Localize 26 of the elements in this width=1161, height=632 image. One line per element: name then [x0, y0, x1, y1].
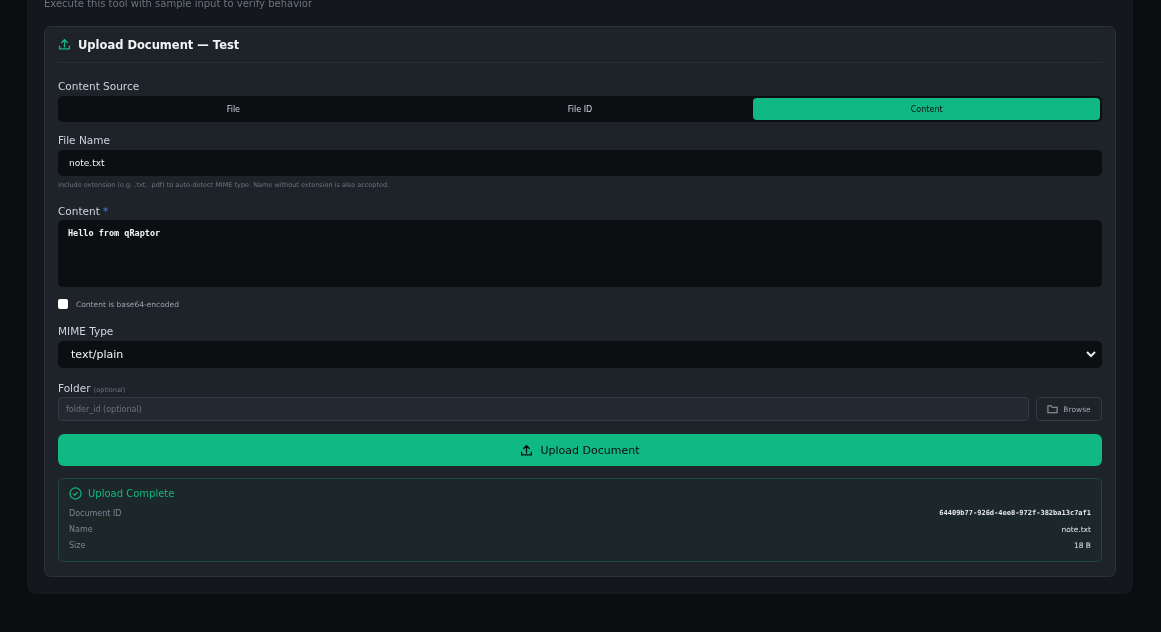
- file-name-field[interactable]: note.txt: [58, 150, 1102, 176]
- field-label: MIME Type: [58, 325, 115, 339]
- content-field[interactable]: Hello from qRaptor: [58, 220, 1102, 287]
- panel-subtitle: Execute this tool with sample input to verify behavior: [44, 0, 314, 11]
- source-tab[interactable]: Content: [753, 98, 1100, 120]
- result-label: Document ID: [69, 508, 122, 518]
- required-mark: *: [103, 205, 109, 217]
- folder-icon: [1047, 404, 1059, 414]
- field-label: File Name: [58, 134, 111, 148]
- upload-icon: [58, 38, 71, 51]
- result-label: Name: [69, 524, 93, 534]
- source-tab[interactable]: File: [60, 98, 407, 120]
- checkbox[interactable]: [58, 299, 68, 309]
- field-label: Folder: [58, 382, 91, 394]
- folder-field[interactable]: folder_id (optional): [58, 397, 1029, 421]
- chevron-down-icon: [1086, 351, 1096, 358]
- card-title: Upload Document — Test: [78, 37, 240, 52]
- upload-button[interactable]: Upload Document: [58, 434, 1102, 466]
- mime-type-dropdown[interactable]: text/plain: [58, 341, 1102, 368]
- upload-icon: [520, 443, 534, 457]
- result-label: Size: [69, 540, 86, 550]
- result-title: Upload Complete: [88, 488, 175, 499]
- source-tab[interactable]: File ID: [406, 98, 754, 120]
- field-label: Content Source: [58, 80, 141, 94]
- check-circle-icon: [69, 487, 82, 500]
- field-label: Content: [58, 205, 100, 217]
